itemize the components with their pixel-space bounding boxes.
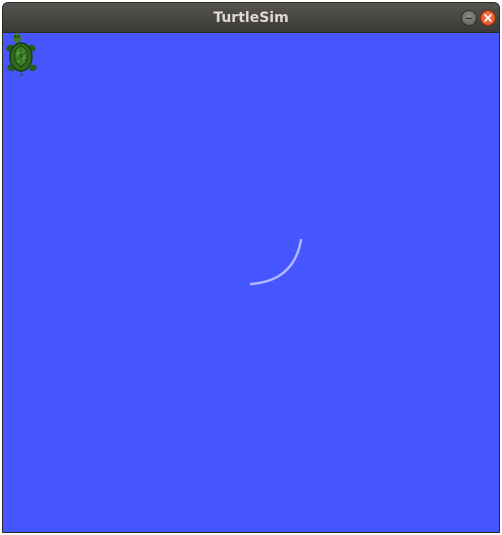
turtlesim-window: TurtleSim [2,2,500,533]
minimize-button[interactable] [461,10,477,26]
close-button[interactable] [480,10,496,26]
turtle-icon [6,33,37,77]
window-title: TurtleSim [213,10,289,26]
title-bar[interactable]: TurtleSim [3,3,499,33]
drawing-canvas [3,33,499,532]
pen-trail [249,238,303,286]
pen-trail-layer [249,238,303,286]
close-icon [484,14,492,22]
